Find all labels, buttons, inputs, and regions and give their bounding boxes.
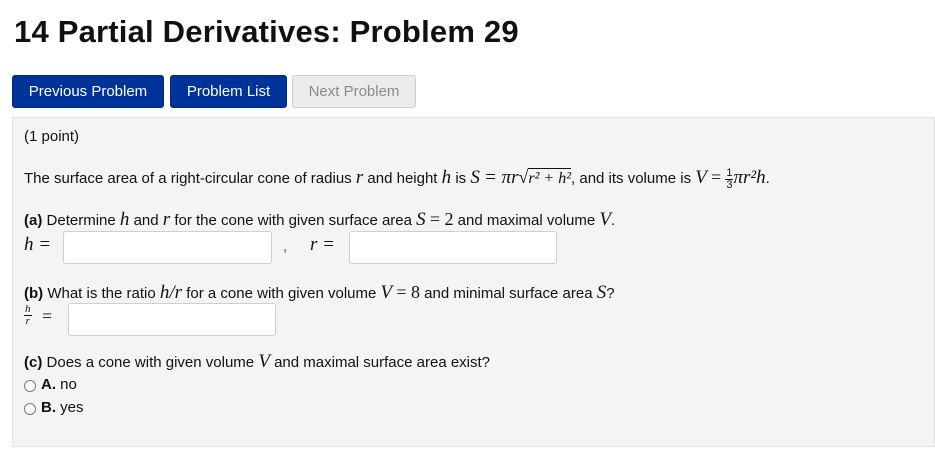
part-b-ratio: h/r (159, 282, 183, 303)
ratio-equals: = (42, 306, 53, 326)
sqrt-sign: √ (518, 167, 529, 187)
ratio-answer-input[interactable] (68, 303, 276, 336)
part-a-text-1: Determine (46, 212, 116, 229)
part-b-tag: (b) (24, 285, 44, 302)
var-s: S (470, 167, 480, 188)
part-a-text-4: and maximal volume (457, 212, 596, 229)
surface-formula-pi-r: = πr (484, 167, 519, 188)
part-a-text-2: and (133, 212, 159, 229)
part-c-tag: (c) (24, 354, 43, 371)
field-separator: , (283, 238, 288, 255)
option-b-radio[interactable] (24, 403, 36, 415)
part-b-var-v: V (380, 282, 393, 303)
r-field-label: r = (310, 234, 335, 255)
part-b-volume-value: = 8 (396, 282, 420, 302)
surface-radicand: r² + h² (528, 168, 572, 187)
volume-formula-rest: πr²h (733, 167, 766, 188)
intro-is: is (455, 170, 467, 187)
part-c-var-v: V (258, 351, 270, 372)
points-label: (1 point) (24, 128, 80, 145)
part-a-var-s: S (416, 209, 426, 230)
problem-statement: The surface area of a right-circular con… (24, 164, 770, 192)
h-field-label: h = (24, 234, 52, 255)
option-a-radio[interactable] (24, 380, 36, 392)
var-h: h (441, 167, 452, 188)
page-title: 14 Partial Derivatives: Problem 29 (14, 14, 519, 49)
var-r: r (355, 167, 364, 188)
h-answer-input[interactable] (63, 231, 272, 264)
part-a-var-r: r (162, 209, 171, 230)
ratio-denominator: r (25, 315, 30, 327)
option-b[interactable]: B. yes (41, 399, 84, 416)
intro-period: . (765, 170, 770, 187)
option-b-text: yes (60, 399, 84, 416)
part-a-var-v: V (599, 209, 611, 230)
part-b-text-1: What is the ratio (47, 285, 156, 302)
part-a-period: . (611, 212, 616, 229)
intro-and-height: and height (367, 170, 438, 187)
part-b-qmark: ? (606, 285, 615, 302)
intro-and-volume: , and its volume is (571, 170, 692, 187)
previous-problem-button[interactable]: Previous Problem (12, 75, 164, 108)
r-answer-input[interactable] (349, 231, 557, 264)
volume-equals: = (711, 167, 722, 187)
option-b-letter: B. (41, 399, 56, 416)
part-b-text-2: for a cone with given volume (186, 285, 377, 302)
part-a-surface-value: = 2 (429, 209, 454, 229)
part-a-tag: (a) (24, 212, 43, 229)
part-b-var-s: S (596, 282, 607, 303)
option-a[interactable]: A. no (41, 376, 77, 393)
part-c-text-1: Does a cone with given volume (46, 354, 255, 371)
next-problem-button: Next Problem (292, 75, 416, 108)
part-b-text-3: and minimal surface area (424, 285, 593, 302)
option-a-text: no (60, 376, 77, 393)
ratio-fraction-label: h r (24, 304, 32, 327)
problem-list-button[interactable]: Problem List (170, 75, 287, 108)
part-c-prompt: (c) Does a cone with given volume V and … (24, 350, 490, 375)
var-v: V (695, 167, 707, 188)
option-a-letter: A. (41, 376, 56, 393)
intro-prefix: The surface area of a right-circular con… (24, 170, 352, 187)
part-a-var-h: h (119, 209, 130, 230)
part-a-prompt: (a) Determine h and r for the cone with … (24, 207, 615, 233)
part-c-text-2: and maximal surface area exist? (274, 354, 491, 371)
part-a-text-3: for the cone with given surface area (174, 212, 412, 229)
